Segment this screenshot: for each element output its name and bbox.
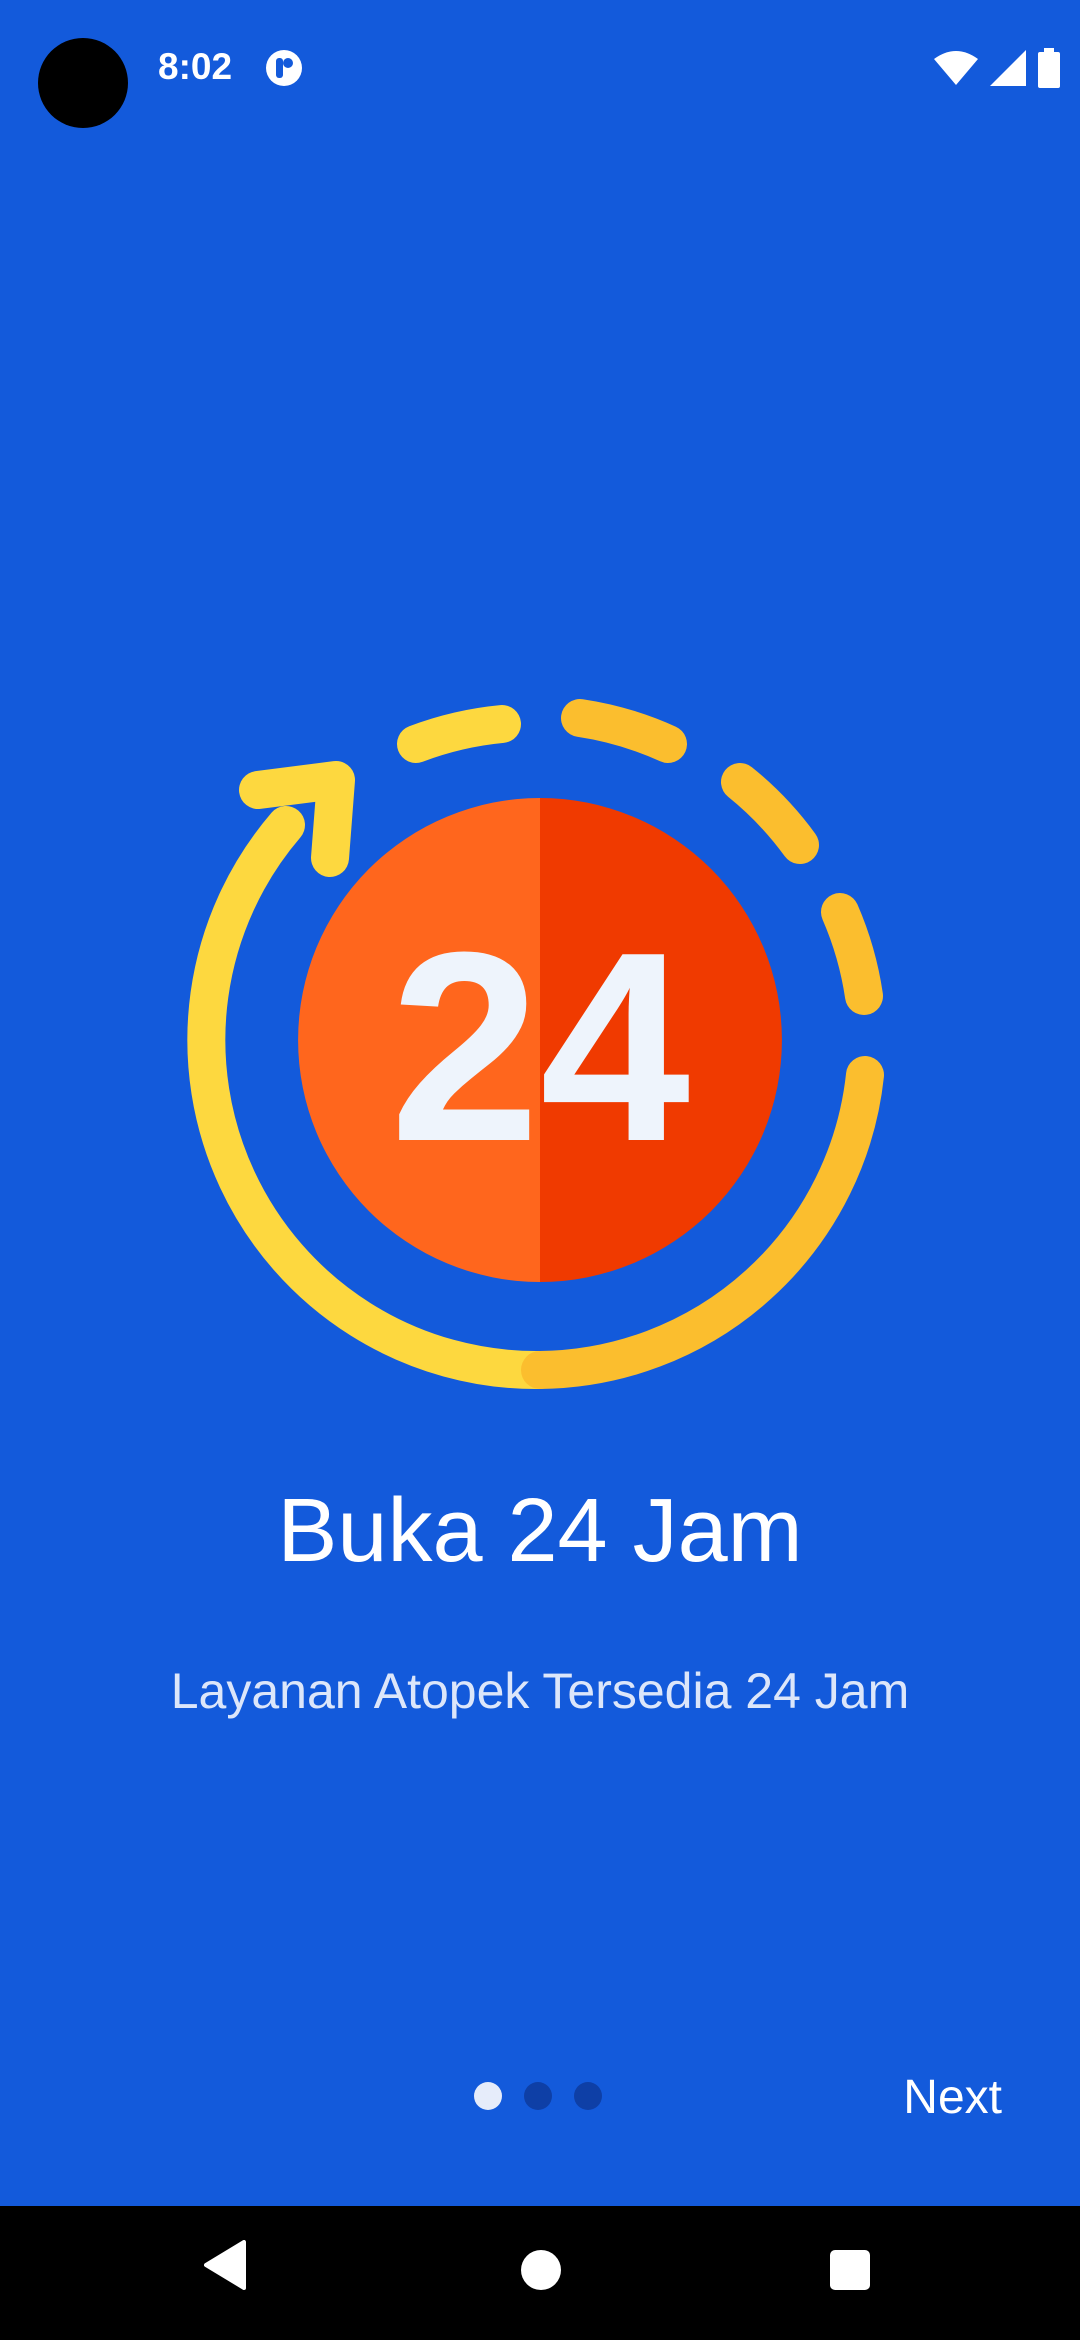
24-hours-clock-icon: 24 <box>187 699 884 1390</box>
status-bar: 8:02 <box>0 0 1080 140</box>
navigation-bar <box>0 2206 1080 2340</box>
illustration-number: 24 <box>390 897 692 1198</box>
app-notification-icon <box>266 50 302 86</box>
camera-cutout <box>38 38 128 128</box>
ring-dash <box>397 705 521 763</box>
page-dot-3[interactable] <box>574 2082 602 2110</box>
ring-dash <box>821 893 883 1015</box>
recent-apps-icon[interactable] <box>830 2250 870 2290</box>
home-icon[interactable] <box>521 2250 561 2290</box>
status-time: 8:02 <box>158 46 233 87</box>
signal-icon <box>990 50 1026 86</box>
wifi-icon <box>934 51 978 85</box>
page-dot-1[interactable] <box>474 2082 502 2110</box>
back-icon[interactable] <box>204 2240 250 2290</box>
page-dot-2[interactable] <box>524 2082 552 2110</box>
next-button[interactable]: Next <box>903 2070 1002 2125</box>
status-icons <box>934 46 1060 90</box>
onboarding-subtitle: Layanan Atopek Tersedia 24 Jam <box>170 1663 910 1719</box>
ring-dash <box>561 699 687 763</box>
battery-icon <box>1038 48 1060 88</box>
ring-dash <box>721 763 819 864</box>
page-indicator <box>474 2082 602 2110</box>
onboarding-title: Buka 24 Jam <box>277 1481 803 1581</box>
